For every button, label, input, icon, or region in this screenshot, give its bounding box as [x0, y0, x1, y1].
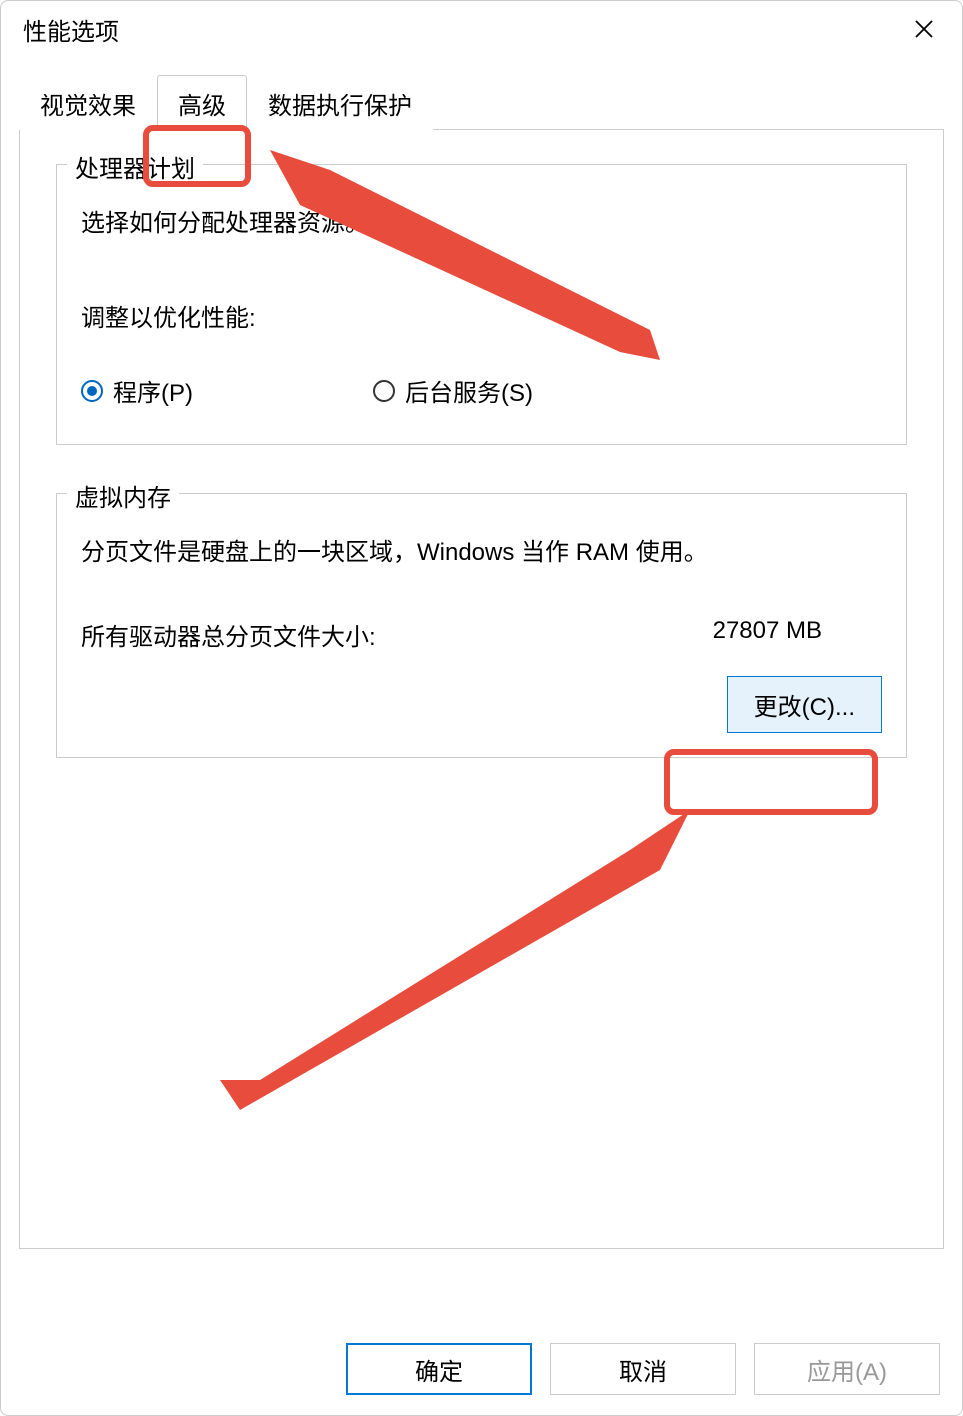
radio-icon — [81, 380, 103, 402]
tab-dep[interactable]: 数据执行保护 — [247, 75, 433, 130]
content-area: 视觉效果 高级 数据执行保护 处理器计划 选择如何分配处理器资源。 调整以优化性… — [1, 57, 962, 1323]
cancel-button[interactable]: 取消 — [550, 1343, 736, 1395]
annotation-arrow-to-change — [180, 760, 700, 1120]
processor-scheduling-group: 处理器计划 选择如何分配处理器资源。 调整以优化性能: 程序(P) 后台服务(S… — [56, 164, 907, 445]
tab-bar: 视觉效果 高级 数据执行保护 — [19, 75, 944, 130]
tab-advanced[interactable]: 高级 — [157, 75, 247, 131]
ok-button[interactable]: 确定 — [346, 1343, 532, 1395]
performance-options-dialog: 性能选项 视觉效果 高级 数据执行保护 处理器计划 选择如何分配处理器资源。 调… — [0, 0, 963, 1416]
radio-background-services[interactable]: 后台服务(S) — [373, 373, 533, 408]
processor-group-title: 处理器计划 — [67, 149, 203, 184]
vm-total-value: 27807 MB — [713, 617, 822, 652]
radio-programs-label: 程序(P) — [113, 373, 193, 408]
processor-description: 选择如何分配处理器资源。 — [81, 203, 882, 238]
tab-panel-advanced: 处理器计划 选择如何分配处理器资源。 调整以优化性能: 程序(P) 后台服务(S… — [19, 129, 944, 1249]
vm-description: 分页文件是硬盘上的一块区域，Windows 当作 RAM 使用。 — [81, 532, 882, 567]
annotation-highlight-change — [664, 749, 878, 815]
window-title: 性能选项 — [23, 12, 119, 47]
virtual-memory-group: 虚拟内存 分页文件是硬盘上的一块区域，Windows 当作 RAM 使用。 所有… — [56, 493, 907, 758]
tab-visual-effects[interactable]: 视觉效果 — [19, 75, 157, 130]
radio-icon — [373, 380, 395, 402]
adjust-label: 调整以优化性能: — [81, 298, 882, 333]
vm-total-label: 所有驱动器总分页文件大小: — [81, 617, 376, 652]
vm-button-row: 更改(C)... — [81, 676, 882, 733]
apply-button: 应用(A) — [754, 1343, 940, 1395]
change-button[interactable]: 更改(C)... — [727, 676, 882, 733]
vm-group-title: 虚拟内存 — [67, 478, 179, 513]
close-icon — [914, 19, 934, 39]
dialog-footer: 确定 取消 应用(A) — [1, 1323, 962, 1415]
vm-total-row: 所有驱动器总分页文件大小: 27807 MB — [81, 617, 882, 652]
radio-row: 程序(P) 后台服务(S) — [81, 373, 882, 408]
radio-background-label: 后台服务(S) — [405, 373, 533, 408]
radio-programs[interactable]: 程序(P) — [81, 373, 193, 408]
titlebar: 性能选项 — [1, 1, 962, 57]
close-button[interactable] — [904, 9, 944, 49]
